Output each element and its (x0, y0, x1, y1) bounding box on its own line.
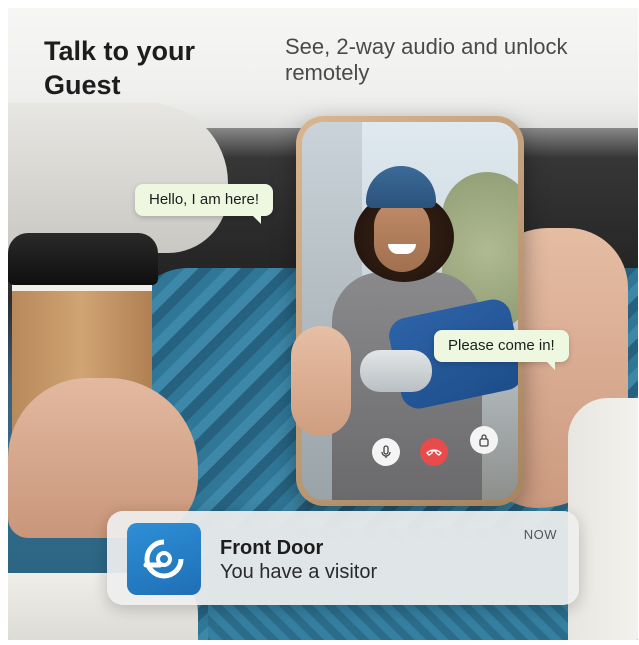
visitor-glove (360, 350, 432, 392)
notification-title: Front Door (220, 537, 324, 559)
mic-button[interactable] (372, 438, 400, 466)
phone (296, 116, 524, 506)
visitor-notification[interactable]: Front Door You have a visitor NOW (107, 511, 579, 605)
doorbell-logo-icon (143, 539, 184, 579)
visitor-cap (366, 166, 436, 208)
unlock-button[interactable] (470, 426, 498, 454)
host-message-bubble: Please come in! (434, 330, 569, 370)
microphone-icon (381, 445, 391, 458)
notification-message: You have a visitor (220, 561, 378, 583)
guest-message-bubble: Hello, I am here! (135, 184, 274, 224)
sleeve (8, 103, 228, 253)
subheadline: See, 2-way audio and unlock remotely (285, 34, 568, 85)
notification-time: NOW (523, 527, 557, 542)
end-call-button[interactable] (420, 438, 448, 466)
thumb (291, 326, 351, 436)
doorbell-app-icon (127, 523, 201, 595)
video-call-screen (302, 122, 518, 500)
cup-lid (8, 233, 158, 285)
right-sweater-cuff (568, 398, 638, 640)
end-call-icon (426, 449, 442, 456)
lock-icon (479, 434, 489, 447)
visitor-face (374, 200, 430, 272)
headline: Talk to your Guest (44, 36, 196, 100)
